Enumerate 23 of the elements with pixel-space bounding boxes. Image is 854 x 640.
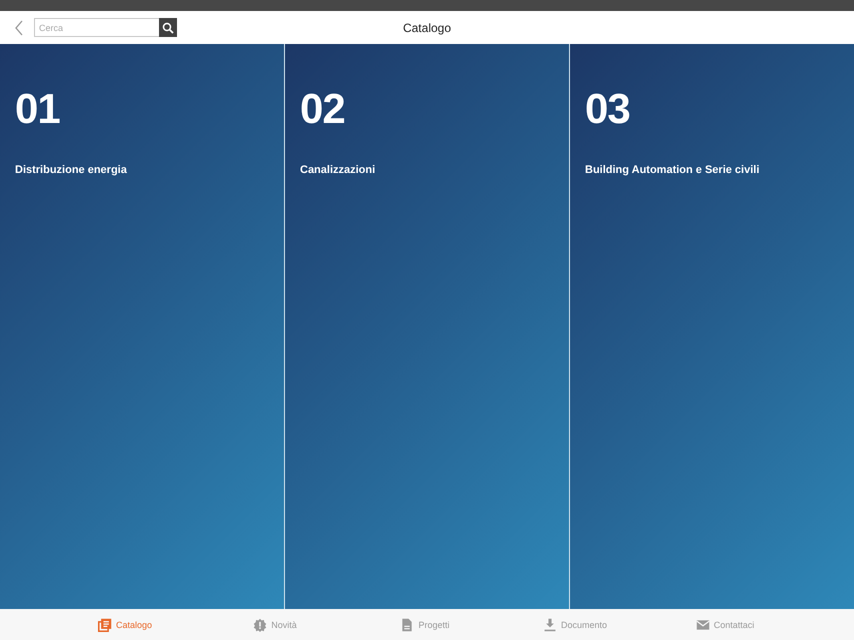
category-number: 01 <box>15 88 60 130</box>
tab[interactable]: Progetti <box>350 609 500 640</box>
badge-icon <box>253 618 268 632</box>
category-panel[interactable]: 01 Distribuzione energia <box>0 44 284 609</box>
tab[interactable]: Contattaci <box>650 609 800 640</box>
category-panel[interactable]: 02 Canalizzazioni <box>285 44 569 609</box>
tab[interactable]: Novità <box>200 609 350 640</box>
mail-icon <box>696 618 710 632</box>
tab[interactable]: Documento <box>500 609 650 640</box>
category-number: 02 <box>300 88 345 130</box>
category-title: Distribuzione energia <box>15 164 127 176</box>
back-icon[interactable] <box>14 20 24 36</box>
download-icon <box>542 618 557 632</box>
tab[interactable]: Catalogo <box>50 609 200 640</box>
category-panel[interactable]: 03 Building Automation e Serie civili <box>570 44 854 609</box>
search-icon[interactable] <box>159 18 177 37</box>
category-title: Canalizzazioni <box>300 164 376 176</box>
search-field[interactable]: Cerca <box>34 18 159 37</box>
category-number: 03 <box>585 88 630 130</box>
page-title: Catalogo <box>402 20 452 34</box>
catalog-icon <box>98 618 112 632</box>
document-icon <box>400 618 414 632</box>
category-title: Building Automation e Serie civili <box>585 164 760 176</box>
